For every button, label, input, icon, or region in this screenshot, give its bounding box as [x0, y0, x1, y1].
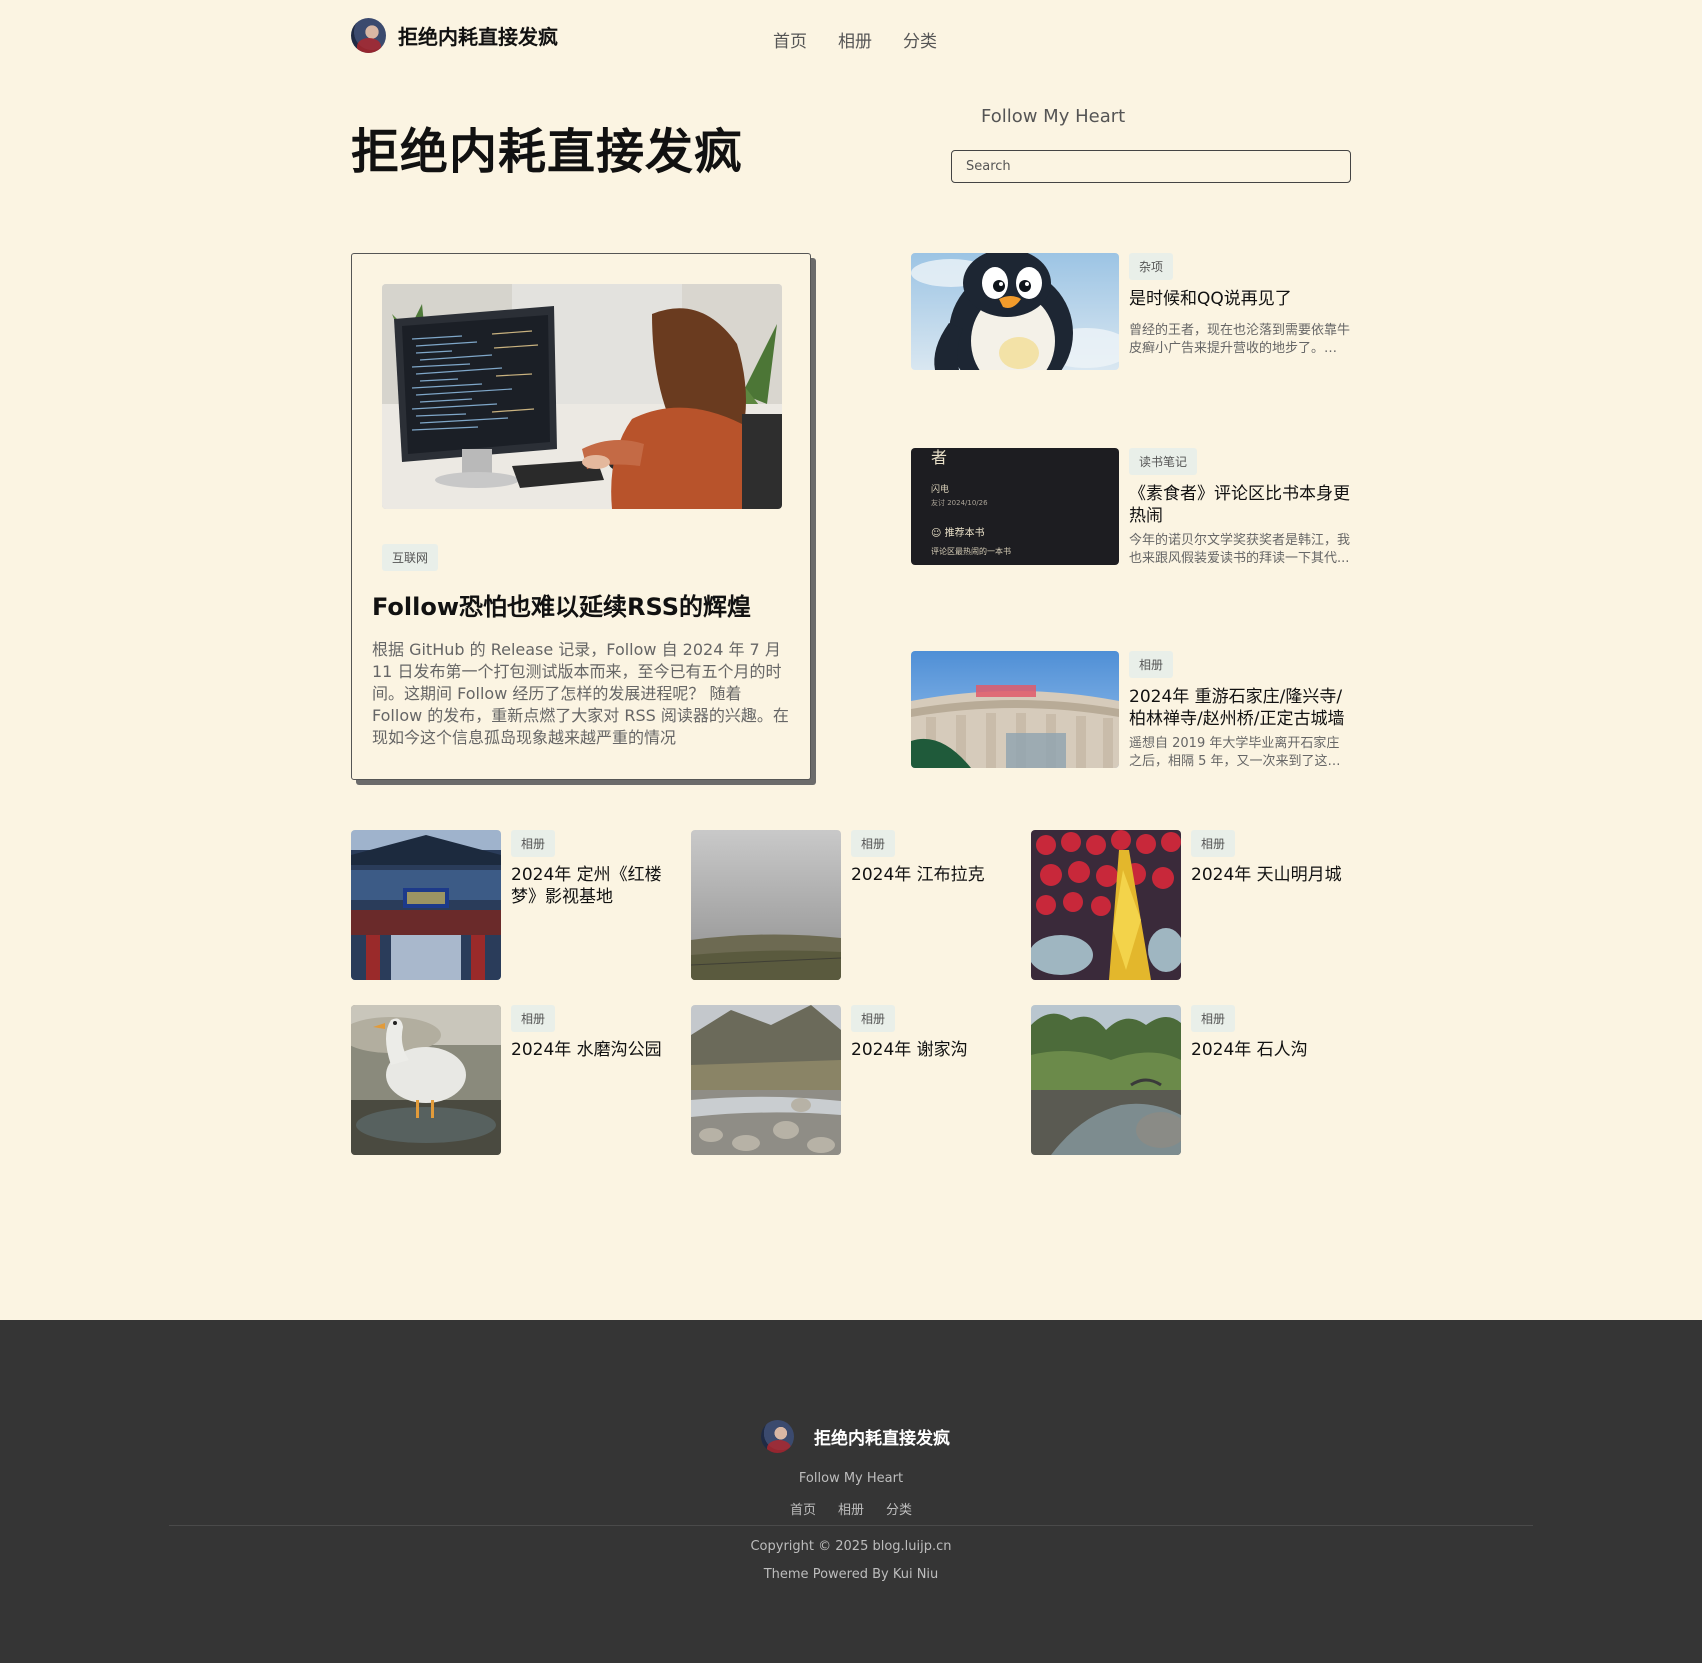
post-excerpt: 今年的诺贝尔文学奖获奖者是韩江，我也来跟风假装爱读书的拜读一下其代... [1129, 533, 1351, 566]
grassland-photo [691, 830, 841, 980]
post-thumbnail[interactable] [911, 651, 1119, 768]
brand-link[interactable]: 拒绝内耗直接发疯 [351, 18, 558, 53]
thumb-heading: 者 [931, 448, 948, 467]
featured-post-tag[interactable]: 互联网 [382, 544, 439, 571]
station-photo [911, 651, 1119, 768]
side-post-item[interactable]: 杂项 是时候和QQ说再见了 曾经的王者，现在也沦落到需要依靠牛皮癣小广告来提升营… [911, 253, 1351, 370]
featured-post-image[interactable] [382, 284, 782, 509]
forest-stream-photo [1031, 1005, 1181, 1155]
footer-tagline: Follow My Heart [798, 1471, 904, 1486]
post-title[interactable]: 2024年 重游石家庄/隆兴寺/柏林禅寺/赵州桥/正定古城墙 [1129, 686, 1351, 730]
post-tag[interactable]: 相册 [511, 1005, 556, 1032]
post-tag[interactable]: 相册 [1129, 651, 1174, 678]
post-thumbnail[interactable] [691, 1005, 841, 1155]
page-title: 拒绝内耗直接发疯 [351, 124, 744, 180]
post-thumbnail[interactable] [351, 1005, 501, 1155]
post-title[interactable]: 是时候和QQ说再见了 [1129, 288, 1351, 310]
grid-post-item[interactable]: 相册 2024年 石人沟 [1031, 1005, 1351, 1155]
post-thumbnail[interactable] [351, 830, 501, 980]
post-thumbnail[interactable] [1031, 1005, 1181, 1155]
footer-brand-name: 拒绝内耗直接发疯 [814, 1429, 950, 1449]
footer-nav-albums[interactable]: 相册 [838, 1499, 864, 1518]
grid-post-item[interactable]: 相册 2024年 水磨沟公园 [351, 1005, 671, 1155]
goose-photo [351, 1005, 501, 1155]
footer-brand-link[interactable]: 拒绝内耗直接发疯 [761, 1420, 950, 1453]
post-excerpt: 曾经的王者，现在也沦落到需要依靠牛皮癣小广告来提升营收的地步了。 细... [1129, 323, 1351, 356]
grid-post-item[interactable]: 相册 2024年 江布拉克 [691, 830, 1011, 980]
grid-post-item[interactable]: 相册 2024年 定州《红楼梦》影视基地 [351, 830, 671, 980]
penguin-illustration [911, 253, 1119, 370]
post-tag[interactable]: 杂项 [1129, 253, 1174, 280]
post-thumbnail[interactable] [911, 253, 1119, 370]
grid-post-item[interactable]: 相册 2024年 天山明月城 [1031, 830, 1351, 980]
post-tag[interactable]: 相册 [851, 830, 896, 857]
thumb-caption: 评论区最热闹的一本书 [931, 547, 1011, 556]
thumb-author: 闪电 [931, 485, 950, 495]
post-title[interactable]: 《素食者》评论区比书本身更热闹 [1129, 483, 1351, 527]
post-tag[interactable]: 读书笔记 [1129, 448, 1198, 475]
post-title[interactable]: 2024年 天山明月城 [1191, 864, 1351, 886]
main-nav: 首页 相册 分类 [773, 27, 937, 52]
copyright-text: Copyright © 2025 blog.luijp.cn [750, 1539, 952, 1554]
footer-nav-home[interactable]: 首页 [790, 1499, 816, 1518]
footer-nav-categories[interactable]: 分类 [886, 1499, 912, 1518]
avatar [761, 1420, 794, 1453]
post-tag[interactable]: 相册 [511, 830, 556, 857]
post-title[interactable]: 2024年 谢家沟 [851, 1039, 1011, 1061]
computer-workspace-photo [382, 284, 782, 509]
featured-post-card[interactable]: 互联网 Follow恐怕也难以延续RSS的辉煌 根据 GitHub 的 Rele… [351, 253, 811, 780]
post-thumbnail[interactable] [1031, 830, 1181, 980]
post-tag[interactable]: 相册 [1191, 1005, 1236, 1032]
post-excerpt: 遥想自 2019 年大学毕业离开石家庄之后，相隔 5 年，又一次来到了这座城..… [1129, 736, 1341, 769]
post-title[interactable]: 2024年 定州《红楼梦》影视基地 [511, 864, 671, 908]
search-input[interactable] [951, 150, 1351, 183]
nav-home[interactable]: 首页 [773, 27, 807, 52]
footer-divider [169, 1525, 1533, 1526]
post-title[interactable]: 2024年 水磨沟公园 [511, 1039, 671, 1061]
thumb-date: 友讨 2024/10/26 [931, 499, 988, 507]
side-post-item[interactable]: 者 闪电 友讨 2024/10/26 ☺ 推荐本书 评论区最热闹的一本书 读书笔… [911, 448, 1351, 566]
post-tag[interactable]: 相册 [851, 1005, 896, 1032]
site-header: 拒绝内耗直接发疯 首页 相册 分类 [351, 18, 1351, 58]
featured-post-excerpt: 根据 GitHub 的 Release 记录，Follow 自 2024 年 7… [372, 640, 789, 747]
footer-nav: 首页 相册 分类 [0, 1499, 1702, 1518]
lanterns-photo [1031, 830, 1181, 980]
site-tagline: Follow My Heart [981, 106, 1126, 127]
side-post-item[interactable]: 相册 2024年 重游石家庄/隆兴寺/柏林禅寺/赵州桥/正定古城墙 遥想自 20… [911, 651, 1351, 769]
post-title[interactable]: 2024年 江布拉克 [851, 864, 1011, 886]
avatar [351, 18, 386, 53]
grid-post-item[interactable]: 相册 2024年 谢家沟 [691, 1005, 1011, 1155]
post-title[interactable]: 2024年 石人沟 [1191, 1039, 1351, 1061]
post-tag[interactable]: 相册 [1191, 830, 1236, 857]
nav-categories[interactable]: 分类 [903, 27, 937, 52]
theme-credit: Theme Powered By Kui Niu [763, 1567, 939, 1582]
post-thumbnail[interactable] [691, 830, 841, 980]
archway-photo [351, 830, 501, 980]
brand-name: 拒绝内耗直接发疯 [398, 25, 558, 49]
post-thumbnail[interactable]: 者 闪电 友讨 2024/10/26 ☺ 推荐本书 评论区最热闹的一本书 [911, 448, 1119, 565]
river-valley-photo [691, 1005, 841, 1155]
thumb-recommend: ☺ 推荐本书 [931, 528, 985, 539]
featured-post-title[interactable]: Follow恐怕也难以延续RSS的辉煌 [372, 587, 792, 622]
nav-albums[interactable]: 相册 [838, 27, 872, 52]
site-footer: 拒绝内耗直接发疯 Follow My Heart 首页 相册 分类 Copyri… [0, 1320, 1702, 1663]
